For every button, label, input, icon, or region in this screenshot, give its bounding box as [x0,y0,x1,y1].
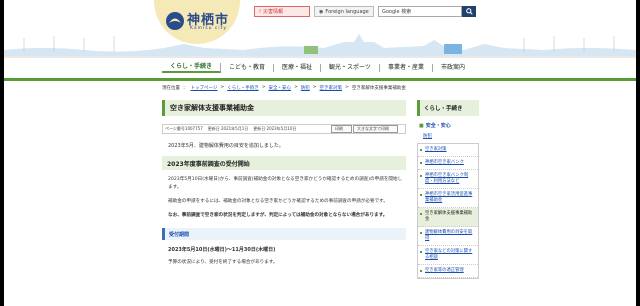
sidebar: くらし・手続き ■ 安全・安心 防犯 空き家対策 神栖市空き家バンク 神栖市空き… [417,100,479,306]
alert-icon: ! [259,8,262,15]
breadcrumb-label: 現在位置 [162,86,180,91]
sidebar-item[interactable]: 神栖市空き家バンク [418,157,478,170]
nav-item-welfare[interactable]: 医療・福祉 [274,64,322,72]
breadcrumb-link[interactable]: トップページ [191,85,218,91]
sidebar-heading: くらし・手続き [417,100,479,116]
print-large-button[interactable]: 大きな文字で印刷 [353,125,398,133]
period-dates: 2023年5月10日(水曜日)～11月30日(木曜日) [168,247,276,253]
language-button[interactable]: ◉ Foreign language [314,6,374,17]
body-paragraph: 2023年5月10日(水曜日)から、事前調査(補助金の対象となる空き家かどうか確… [168,177,403,190]
breadcrumb-link[interactable]: 空き家対策 [320,85,343,91]
page-title: 空き家解体支援事業補助金 [162,100,406,116]
nav-item-tourism[interactable]: 観光・スポーツ [321,64,380,72]
search-placeholder: Google 検索 [382,9,412,15]
page-meta: ページ番号1007757 更新日 2021年5月1日 更新日 2023年5月10… [162,124,406,134]
body-paragraph-emphasis: なお、事前調査で空き家の状況を判定しますが、判定によっては補助金の対象とならない… [168,213,388,218]
breadcrumb-link[interactable]: 防犯 [301,85,310,91]
published-date: 更新日 2021年5月1日 [207,126,249,131]
site-header: 神栖市 Kamisu city ! 災害情報 ◉ Foreign languag… [4,0,636,56]
disaster-info-button[interactable]: ! 災害情報 [254,6,310,17]
update-notice: 2023年5月、建物解体費用の目安を追加しました。 [168,143,284,149]
search-icon [465,8,473,15]
main-content: 空き家解体支援事業補助金 ページ番号1007757 更新日 2021年5月1日 … [162,100,406,306]
breadcrumb-link[interactable]: くらし・手続き [227,85,259,91]
page-id: ページ番号1007757 [165,126,203,131]
sidebar-list: 空き家対策 神栖市空き家バンク 神栖市空き家バンク制度・利用方法など 神栖市空き… [417,143,479,279]
period-heading: 受付期間 [162,228,406,240]
breadcrumb-link[interactable]: 安全・安心 [268,85,291,91]
sidebar-section[interactable]: ■ 安全・安心 [417,122,479,130]
sidebar-item-current[interactable]: 空き家解体支援事業補助金 [418,208,478,227]
square-bullet-icon: ■ [419,122,424,129]
browser-frame: 神栖市 Kamisu city ! 災害情報 ◉ Foreign languag… [4,0,636,306]
search-input[interactable]: Google 検索 [378,6,462,17]
nav-item-children[interactable]: こども・教育 [221,64,275,72]
disaster-info-label: 災害情報 [263,9,284,15]
global-nav: くらし・手続き こども・教育 医療・福祉 観光・スポーツ 事業者・産業 市政案内 [4,56,636,78]
nav-divider [4,78,636,81]
language-label: Foreign language [325,8,369,15]
section-heading: 2023年度事前調査の受付開始 [162,156,406,170]
print-button[interactable]: 印刷 [331,125,352,133]
sidebar-item[interactable]: 空き家対策 [418,144,478,157]
site-logo-subtitle: Kamisu city [190,26,228,31]
city-emblem-icon[interactable] [164,10,186,32]
breadcrumb-current: 空き家解体支援事業補助金 [351,86,406,91]
globe-icon: ◉ [319,8,324,15]
nav-item-living[interactable]: くらし・手続き [162,63,222,73]
sidebar-item[interactable]: 神栖市空き家活用促進事業補助金 [418,189,478,208]
sidebar-item[interactable]: 建物解体費用の目安を取得 [418,227,478,246]
sidebar-subsection[interactable]: 防犯 [417,133,479,139]
breadcrumb: 現在位置 ： トップページ > くらし・手続き > 安全・安心 > 防犯 > 空き家対策… [162,85,406,91]
updated-date: 更新日 2023年5月10日 [253,126,297,131]
period-note: 予算の状況により、受付を終了する場合があります。 [168,260,278,265]
nav-item-city[interactable]: 市政案内 [433,64,473,72]
city-skyline-illustration [4,34,636,56]
nav-item-business[interactable]: 事業者・産業 [380,64,433,72]
search-button[interactable] [462,6,476,17]
body-paragraph: 補助金の申請をするには、補助金の対象となる空き家かどうか確認するための事前調査の… [168,199,388,204]
sidebar-item[interactable]: 空き家などの対策に関する相談 [418,246,478,265]
sidebar-item[interactable]: 空き家等の適正管理 [418,265,478,278]
sidebar-item[interactable]: 神栖市空き家バンク制度・利用方法など [418,170,478,189]
